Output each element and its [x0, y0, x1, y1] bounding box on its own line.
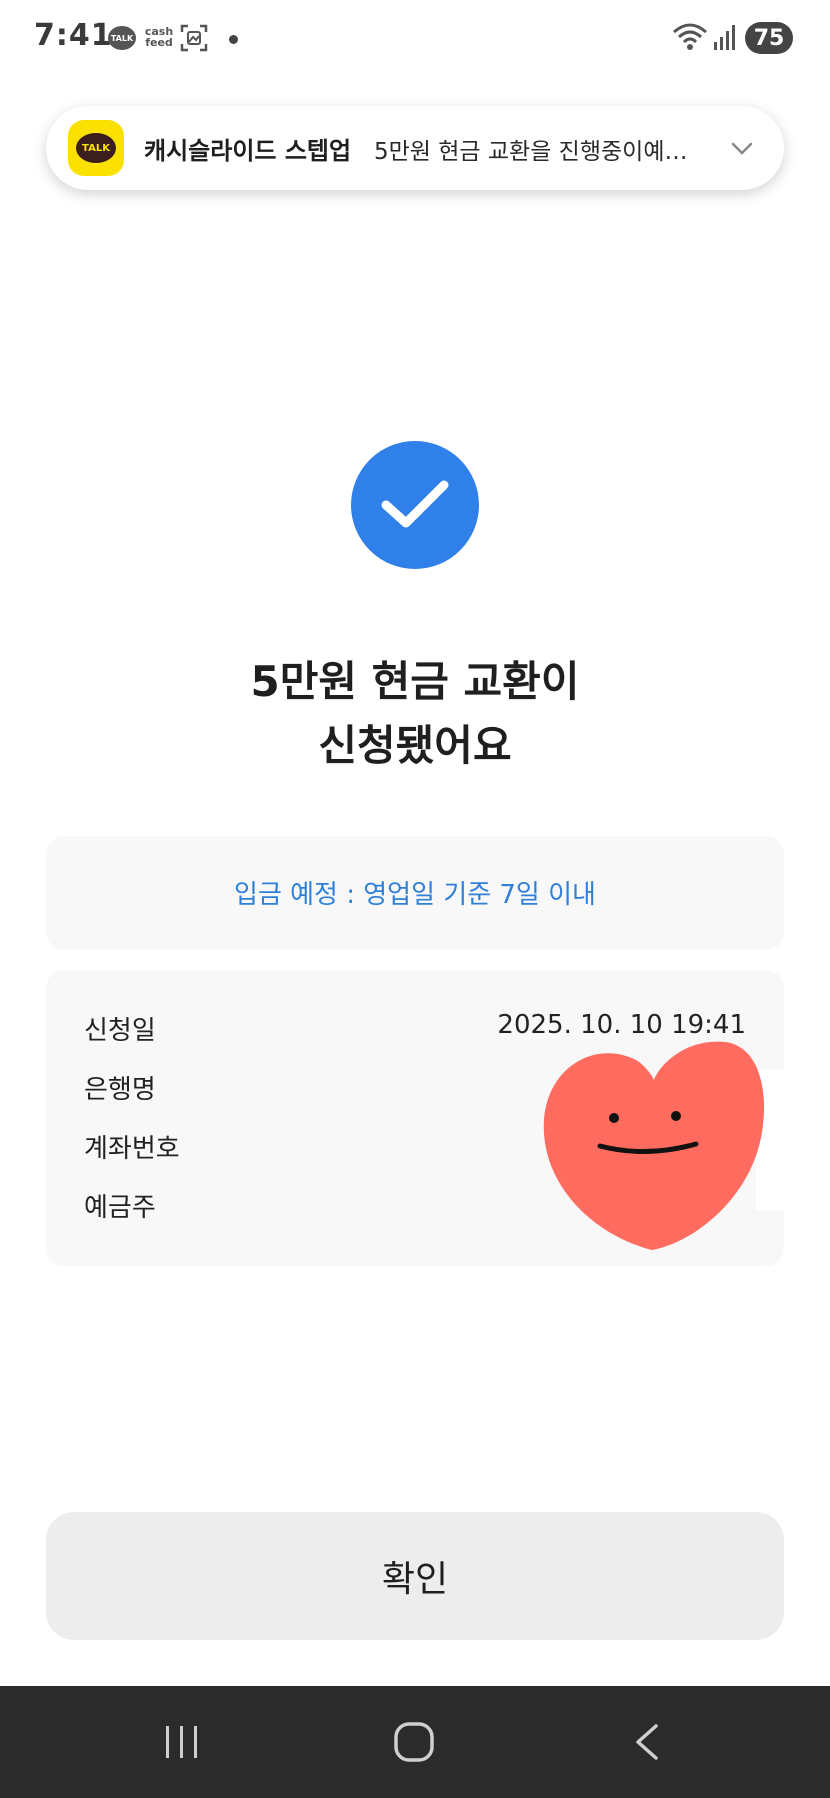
wifi-icon — [673, 23, 707, 50]
confirm-button[interactable]: 확인 — [46, 1512, 784, 1640]
request-date-label: 신청일 — [84, 1016, 156, 1046]
screenshot-icon — [180, 24, 208, 52]
cashfeed-icon: cash feed — [144, 25, 174, 49]
talk-bubble-icon: TALK — [76, 133, 116, 163]
deposit-notice-text: 입금 예정 : 영업일 기준 7일 이내 — [234, 880, 596, 910]
back-icon[interactable] — [628, 1720, 668, 1764]
navigation-bar — [0, 1686, 830, 1798]
signal-icon — [714, 25, 735, 50]
kakaotalk-app-icon: TALK — [68, 120, 124, 176]
screen: 7:41 TALK cash feed 75 TALK 캐시슬라이드 스텝업 5… — [0, 0, 830, 1798]
deposit-notice-box: 입금 예정 : 영업일 기준 7일 이내 — [46, 836, 784, 950]
dot-icon — [229, 35, 238, 44]
bank-name-label: 은행명 — [84, 1075, 156, 1105]
checkmark-icon — [381, 480, 449, 528]
account-holder-label: 예금주 — [84, 1193, 156, 1223]
home-icon[interactable] — [392, 1720, 436, 1764]
success-check-icon — [351, 441, 479, 569]
page-title-line-2: 신청됐어요 — [318, 721, 512, 770]
notification-banner[interactable]: TALK 캐시슬라이드 스텝업 5만원 현금 교환을 진행중이예… — [46, 106, 784, 190]
chevron-down-icon[interactable] — [728, 134, 756, 162]
notification-title: 캐시슬라이드 스텝업 — [144, 137, 352, 165]
page-title-line-1: 5만원 현금 교환이 — [250, 657, 580, 706]
notification-text: 5만원 현금 교환을 진행중이예… — [374, 139, 688, 165]
page-title: 5만원 현금 교환이 신청됐어요 — [0, 650, 830, 778]
battery-indicator: 75 — [745, 22, 793, 54]
talk-icon: TALK — [108, 26, 136, 50]
status-bar: 7:41 TALK cash feed 75 — [0, 0, 830, 80]
recents-icon[interactable] — [162, 1722, 202, 1762]
status-time: 7:41 — [34, 18, 113, 53]
request-details-box: 신청일 2025. 10. 10 19:41 은행명 계좌번호 예금주 — [46, 970, 784, 1266]
account-number-label: 계좌번호 — [84, 1134, 180, 1164]
heart-face-sticker — [543, 1041, 765, 1250]
